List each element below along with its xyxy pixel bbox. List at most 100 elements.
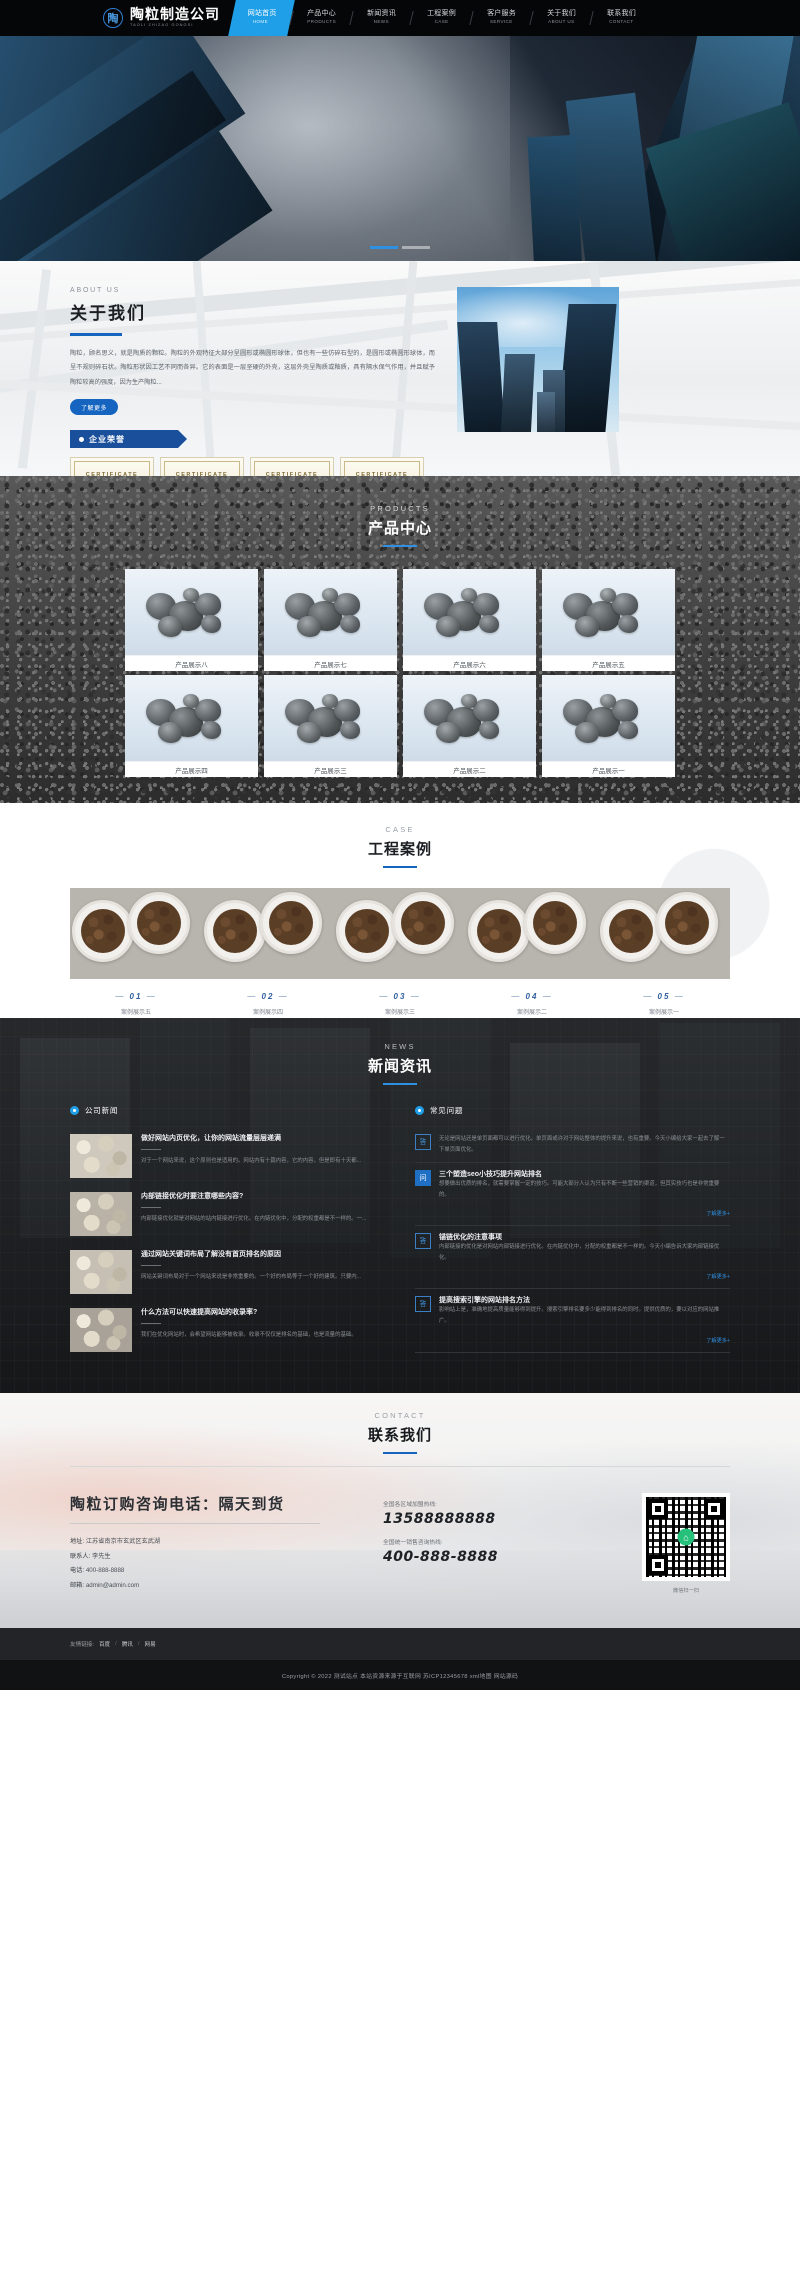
hotline2-number: 400-888-8888	[383, 1549, 499, 1565]
nav-item-home[interactable]: 网站首页 HOME	[228, 0, 295, 36]
hero-dot-2[interactable]	[402, 246, 430, 249]
news-item[interactable]: 什么方法可以快速提高网站的收录率? 我们在优化网站时，会希望网站能够被收录。收录不…	[70, 1301, 385, 1359]
product-card[interactable]: 产品展示五	[542, 569, 675, 671]
nav-item-label-cn: 工程案例	[427, 10, 456, 18]
friendly-link[interactable]: 百度	[99, 1640, 110, 1648]
product-card[interactable]: 产品展示三	[264, 675, 397, 777]
news-heading-en: NEWS	[384, 1042, 416, 1051]
news-item[interactable]: 内部链接优化时要注意哪些内容? 内部链接优化就是对网站的站内链接进行优化。在内链优…	[70, 1185, 385, 1243]
nav-item-label-cn: 产品中心	[307, 10, 336, 18]
tab-company-news[interactable]: 公司新闻	[70, 1105, 385, 1116]
faq-item[interactable]: 答锚链优化的注意事项 内部链接的优化是对网站内部链接进行优化。在内链优化中，分配的…	[415, 1226, 730, 1290]
news-thumbnail	[70, 1134, 132, 1178]
product-card[interactable]: 产品展示四	[125, 675, 258, 777]
news-title: 什么方法可以快速提高网站的收录率?	[141, 1309, 258, 1316]
news-item[interactable]: 做好网站内页优化，让你的网站流量层层递满 对于一个网站来说，这个原则也是适用的。网…	[70, 1127, 385, 1185]
contact-row: 联系人: 李先生	[70, 1550, 365, 1565]
nav-item-about-us[interactable]: 关于我们 ABOUT US	[532, 0, 591, 36]
about-heading-en: ABOUT US	[70, 287, 121, 294]
contact-info-column: 陶粒订购咨询电话：隔天到货 地址: 江苏省南京市玄武区玄武湖 联系人: 李先生 电话…	[70, 1493, 365, 1593]
about-photo	[457, 287, 619, 432]
faq-badge-icon: 答	[415, 1233, 431, 1250]
nav-item-label-en: NEWS	[373, 19, 390, 25]
faq-item[interactable]: 答提高搜索引擎的网站排名方法 影响站上是，准确地提高质量能够得到提升。搜索引擎排名…	[415, 1289, 730, 1353]
case-image	[334, 888, 466, 979]
news-heading-cn: 新闻资讯	[367, 1057, 432, 1075]
friendly-links-bar: 友情链接: 百度 / 腾讯 / 网易	[0, 1628, 800, 1660]
case-title: 案例展示三	[384, 1010, 415, 1016]
nav-item-label-cn: 网站首页	[247, 10, 277, 18]
product-card[interactable]: 产品展示七	[264, 569, 397, 671]
case-item[interactable]: — 01 — 案例展示五	[70, 888, 202, 1016]
faq-description: 想要做出优质的排名，就需要掌握一定的技巧。可能大部分人认为只有不断一些营销的渠道…	[439, 1181, 720, 1198]
nav-item-products[interactable]: 产品中心 PRODUCTS	[292, 0, 351, 36]
case-number: — 01 —	[115, 992, 157, 1001]
case-item[interactable]: — 03 — 案例展示三	[334, 888, 466, 1016]
tab-company-news-label: 公司新闻	[85, 1106, 119, 1115]
faq-more-link[interactable]: 了解更多+	[706, 1274, 730, 1280]
case-item[interactable]: — 04 — 案例展示二	[466, 888, 598, 1016]
case-list: — 01 — 案例展示五 — 02 — 案例展示四 — 03 — 案例展示三 — 04 — 案…	[70, 888, 730, 1016]
case-heading-en: CASE	[385, 825, 415, 834]
nav-item-service[interactable]: 客户服务 SERVICE	[472, 0, 531, 36]
products-grid: 产品展示八 产品展示七 产品展示六 产品展示五产品展示四 产品展示三 产品展示二 产品展示一	[125, 569, 675, 777]
case-title: 案例展示二	[516, 1010, 547, 1016]
contact-row-label: 电话:	[70, 1567, 85, 1575]
certificate-thumb[interactable]: CERTIFICATE	[160, 457, 244, 476]
nav-item-label-en: CONTACT	[609, 19, 634, 25]
contact-row-label: 联系人:	[70, 1552, 91, 1560]
case-image	[70, 888, 202, 979]
company-news-column: 公司新闻 做好网站内页优化，让你的网站流量层层递满 对于一个网站来说，这个原则也是…	[70, 1105, 385, 1359]
case-title: 案例展示五	[120, 1010, 151, 1016]
qr-code: ⌂	[642, 1493, 730, 1581]
case-item[interactable]: — 02 — 案例展示四	[202, 888, 334, 1016]
faq-more-link[interactable]: 了解更多+	[706, 1211, 730, 1217]
about-more-button[interactable]: 了解更多	[70, 399, 118, 416]
nav-item-news[interactable]: 新闻资讯 NEWS	[352, 0, 411, 36]
faq-item[interactable]: 答无论是网站还是单页面都可以进行优化。单页面或许对于网站整体的提升来说，也有重要…	[415, 1127, 730, 1164]
nav-item-contact[interactable]: 联系我们 CONTACT	[592, 0, 651, 36]
news-description: 内部链接优化就是对网站的站内链接进行优化。在内链优化中，分配的权重都是不一样的。…	[141, 1216, 367, 1223]
friendly-links-label: 友情链接:	[70, 1642, 94, 1648]
case-underline	[383, 866, 417, 868]
main-nav: 网站首页 HOME 产品中心 PRODUCTS 新闻资讯 NEWS 工程案例 CASE 客户服务…	[228, 0, 651, 36]
news-section: NEWS 新闻资讯 公司新闻 做好网站内页优化，让你的网站流量层层递满 对于一个网…	[0, 1018, 800, 1393]
certificate-thumb[interactable]: CERTIFICATE	[250, 457, 334, 476]
site-logo[interactable]: 陶 陶粒制造公司 TAOLI ZHIZAO GONGSI	[103, 8, 220, 29]
contact-row-value: 400-888-8888	[85, 1567, 125, 1575]
faq-item[interactable]: 问三个塑造seo小技巧提升网站排名 想要做出优质的排名，就需要掌握一定的技巧。可能…	[415, 1163, 730, 1227]
case-item[interactable]: — 05 — 案例展示一	[598, 888, 730, 1016]
case-meta: — 03 — 案例展示三	[334, 979, 466, 1016]
friendly-link[interactable]: 腾讯	[122, 1640, 133, 1648]
tab-faq[interactable]: 常见问题	[415, 1105, 730, 1116]
case-image	[202, 888, 334, 979]
faq-badge-icon: 答	[415, 1296, 431, 1313]
product-card[interactable]: 产品展示二	[403, 675, 536, 777]
about-section: ABOUT US 关于我们 陶粒，顾名思义，就是陶质的颗粒。陶粒的外观特征大部分…	[0, 261, 800, 476]
news-title: 做好网站内页优化，让你的网站流量层层递满	[141, 1135, 281, 1142]
product-image	[125, 569, 258, 655]
contact-title: 陶粒订购咨询电话：隔天到货	[70, 1495, 285, 1513]
hotline1-label: 全国各区域加盟热线:	[383, 1502, 437, 1508]
nav-item-label-en: HOME	[252, 19, 269, 25]
certificate-thumb[interactable]: CERTIFICATE	[70, 457, 154, 476]
products-heading: PRODUCTS 产品中心	[0, 476, 800, 547]
hero-image	[0, 36, 800, 261]
faq-more-link[interactable]: 了解更多+	[706, 1338, 730, 1344]
product-card[interactable]: 产品展示六	[403, 569, 536, 671]
product-label: 产品展示二	[403, 761, 536, 777]
case-number: — 02 —	[247, 992, 289, 1001]
product-card[interactable]: 产品展示八	[125, 569, 258, 671]
news-item[interactable]: 通过网站关键词布局了解没有首页排名的原因 网站关键词布局对于一个网站来说是非常重要…	[70, 1243, 385, 1301]
certificate-thumb[interactable]: CERTIFICATE	[340, 457, 424, 476]
faq-description: 影响站上是，准确地提高质量能够得到提升。搜索引擎排名要多少能得到排名的同时。提供…	[439, 1307, 720, 1324]
friendly-link[interactable]: 网易	[144, 1640, 155, 1648]
nav-item-case[interactable]: 工程案例 CASE	[412, 0, 471, 36]
case-number: — 05 —	[643, 992, 685, 1001]
product-card[interactable]: 产品展示一	[542, 675, 675, 777]
faq-description: 内部链接的优化是对网站内部链接进行优化。在内链优化中，分配的权重都是不一样的。今…	[439, 1244, 720, 1261]
news-description: 我们在优化网站时，会希望网站能够被收录。收录不仅仅是排名的基础，也是流量的基础。	[141, 1332, 357, 1339]
product-label: 产品展示五	[542, 655, 675, 671]
about-text-column: ABOUT US 关于我们 陶粒，顾名思义，就是陶质的颗粒。陶粒的外观特征大部分…	[70, 287, 435, 476]
hero-dot-1[interactable]	[370, 246, 398, 249]
